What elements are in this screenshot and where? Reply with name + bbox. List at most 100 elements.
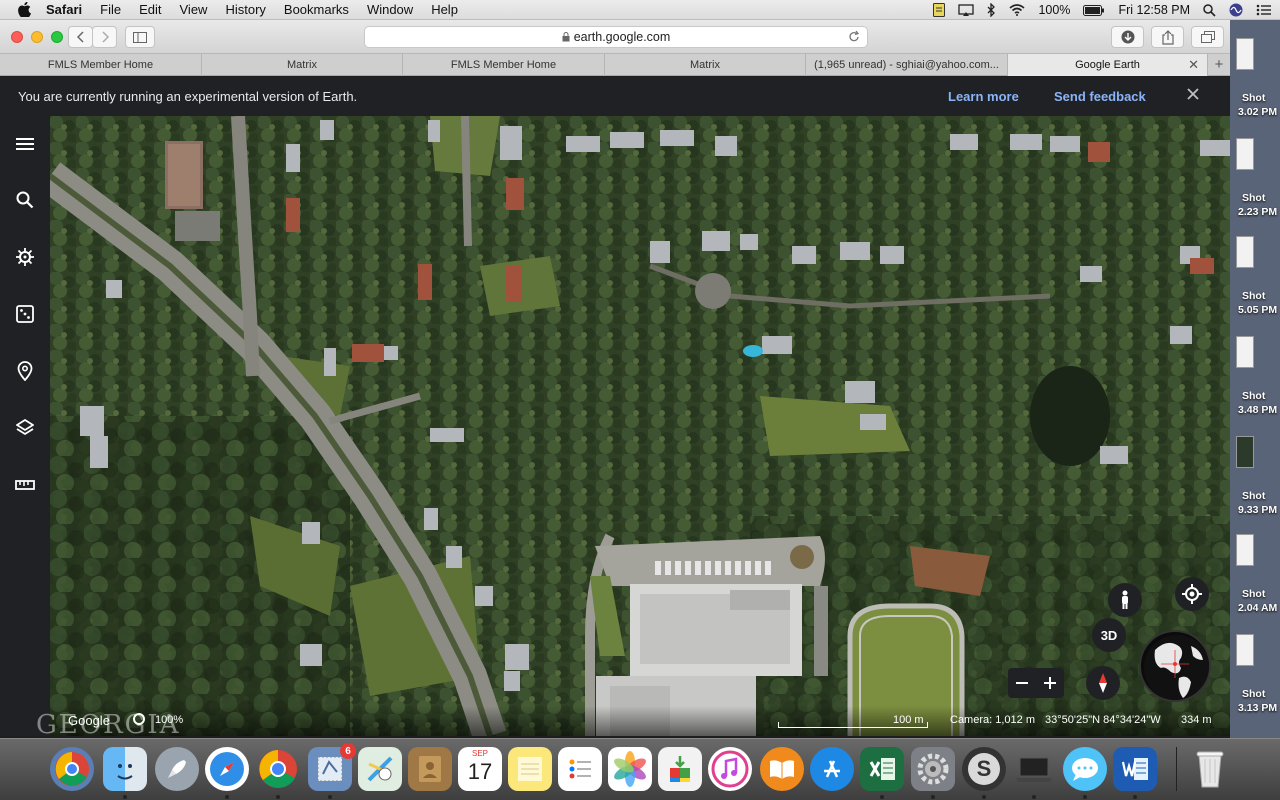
ibooks-icon[interactable] bbox=[760, 747, 804, 791]
desktop-screenshot-file[interactable]: Shot 3.13 PM bbox=[1230, 634, 1280, 724]
tab-close-icon[interactable]: ✕ bbox=[1188, 57, 1199, 73]
calendar-icon[interactable]: SEP 17 bbox=[458, 747, 502, 791]
downloads-button[interactable] bbox=[1111, 26, 1144, 48]
bluetooth-icon[interactable] bbox=[987, 3, 996, 17]
back-button[interactable] bbox=[68, 26, 93, 48]
menu-view[interactable]: View bbox=[180, 2, 208, 17]
sync-s-icon[interactable]: S bbox=[962, 747, 1006, 791]
menu-history[interactable]: History bbox=[225, 2, 265, 17]
toggle-3d-button[interactable]: 3D bbox=[1092, 618, 1126, 652]
tab-google-earth[interactable]: Google Earth ✕ bbox=[1008, 54, 1208, 76]
excel-icon[interactable] bbox=[860, 747, 904, 791]
photos-icon[interactable] bbox=[608, 747, 652, 791]
sidebar-toggle-button[interactable] bbox=[125, 26, 155, 48]
trash-icon[interactable] bbox=[1188, 747, 1232, 791]
window-fullscreen-button[interactable] bbox=[51, 31, 63, 43]
battery-icon[interactable] bbox=[1083, 4, 1105, 16]
banner-close-icon[interactable] bbox=[1186, 87, 1200, 104]
satellite-map-view[interactable]: 3D Google 100% 100 m Camera: 1,012 m 33°… bbox=[50, 116, 1230, 736]
forward-button[interactable] bbox=[92, 26, 117, 48]
tab-yahoo-mail[interactable]: (1,965 unread) - sghiai@yahoo.com... bbox=[806, 54, 1008, 76]
tab-label: Matrix bbox=[690, 59, 720, 71]
airplay-icon[interactable] bbox=[958, 3, 975, 17]
tab-fmls-member-home-2[interactable]: FMLS Member Home bbox=[403, 54, 605, 76]
dock-separator bbox=[1176, 747, 1177, 791]
safari-compass-icon[interactable] bbox=[205, 747, 249, 791]
zoom-out-button[interactable] bbox=[1008, 668, 1036, 698]
download-icon bbox=[1121, 30, 1134, 44]
voyager-helm-icon[interactable] bbox=[13, 245, 37, 269]
launchpad-rocket-icon[interactable] bbox=[155, 747, 199, 791]
desktop-screenshot-file[interactable]: Shot 3.48 PM bbox=[1230, 336, 1280, 426]
siri-icon[interactable] bbox=[1229, 3, 1243, 17]
learn-more-link[interactable]: Learn more bbox=[948, 89, 1019, 104]
menu-edit[interactable]: Edit bbox=[139, 2, 161, 17]
tab-label: FMLS Member Home bbox=[450, 59, 557, 71]
menu-window[interactable]: Window bbox=[367, 2, 413, 17]
spotlight-search-icon[interactable] bbox=[1203, 3, 1216, 17]
running-indicator bbox=[328, 795, 332, 799]
file-time: 2.04 AM bbox=[1238, 602, 1278, 614]
contacts-book-icon[interactable] bbox=[408, 747, 452, 791]
maps-icon[interactable] bbox=[358, 747, 402, 791]
tab-matrix-2[interactable]: Matrix bbox=[605, 54, 806, 76]
finder-icon[interactable] bbox=[103, 747, 147, 791]
tab-fmls-member-home-1[interactable]: FMLS Member Home bbox=[0, 54, 202, 76]
zoom-in-button[interactable] bbox=[1036, 668, 1064, 698]
word-icon[interactable] bbox=[1113, 747, 1157, 791]
app-store-icon[interactable] bbox=[810, 747, 854, 791]
minus-icon bbox=[1016, 682, 1028, 684]
menu-hamburger-icon[interactable] bbox=[13, 132, 37, 156]
running-indicator bbox=[982, 795, 986, 799]
share-button[interactable] bbox=[1151, 26, 1184, 48]
tab-overview-button[interactable] bbox=[1191, 26, 1224, 48]
running-indicator bbox=[225, 795, 229, 799]
new-tab-button[interactable]: + bbox=[1208, 54, 1230, 75]
sidebar-icon bbox=[133, 31, 147, 43]
measure-ruler-icon[interactable] bbox=[13, 473, 37, 497]
globe-overview-button[interactable] bbox=[1139, 630, 1211, 702]
pegman-street-view-button[interactable] bbox=[1108, 583, 1142, 617]
menu-file[interactable]: File bbox=[100, 2, 121, 17]
menu-app-name[interactable]: Safari bbox=[46, 2, 82, 17]
camera-altitude: Camera: 1,012 m bbox=[950, 714, 1035, 726]
compass-button[interactable] bbox=[1086, 666, 1120, 700]
file-thumbnail-icon bbox=[1236, 138, 1254, 170]
laptop-icon[interactable] bbox=[1012, 747, 1056, 791]
wifi-icon[interactable] bbox=[1009, 4, 1025, 16]
apple-menu-icon[interactable] bbox=[16, 2, 32, 18]
menu-clock[interactable]: Fri 12:58 PM bbox=[1118, 3, 1190, 17]
menu-help[interactable]: Help bbox=[431, 2, 458, 17]
window-close-button[interactable] bbox=[11, 31, 23, 43]
search-icon[interactable] bbox=[13, 188, 37, 212]
my-location-button[interactable] bbox=[1175, 577, 1209, 611]
feeling-lucky-dice-icon[interactable] bbox=[13, 302, 37, 326]
address-bar[interactable]: earth.google.com bbox=[364, 26, 868, 48]
desktop-screenshot-file[interactable]: Shot 2.23 PM bbox=[1230, 138, 1280, 228]
chrome-icon[interactable] bbox=[256, 747, 300, 791]
window-minimize-button[interactable] bbox=[31, 31, 43, 43]
notification-center-icon[interactable] bbox=[1256, 4, 1272, 16]
mail-stamp-icon[interactable]: 6 bbox=[308, 743, 356, 791]
earth-side-rail bbox=[0, 116, 50, 736]
desktop-screenshot-file[interactable]: Shot 2.04 AM bbox=[1230, 534, 1280, 624]
plus-icon bbox=[1044, 677, 1056, 689]
desktop-screenshot-file[interactable]: Shot 9.33 PM bbox=[1230, 436, 1280, 526]
desktop-screenshot-file[interactable]: Shot 5.05 PM bbox=[1230, 236, 1280, 326]
menu-bookmarks[interactable]: Bookmarks bbox=[284, 2, 349, 17]
map-style-layers-icon[interactable] bbox=[13, 416, 37, 440]
tab-matrix-1[interactable]: Matrix bbox=[202, 54, 403, 76]
install-downloads-icon[interactable] bbox=[658, 747, 702, 791]
notes-status-icon[interactable] bbox=[933, 3, 946, 17]
notes-icon[interactable] bbox=[508, 747, 552, 791]
system-preferences-gear-icon[interactable] bbox=[911, 747, 955, 791]
desktop-screenshot-file[interactable]: Shot 3.02 PM bbox=[1230, 38, 1280, 128]
reload-icon[interactable] bbox=[847, 30, 861, 44]
chrome-alt-icon[interactable] bbox=[50, 747, 94, 791]
reminders-icon[interactable] bbox=[558, 747, 602, 791]
ground-elevation: 334 m bbox=[1181, 714, 1212, 726]
send-feedback-link[interactable]: Send feedback bbox=[1054, 89, 1146, 104]
messages-icon[interactable] bbox=[1063, 747, 1107, 791]
projects-pin-icon[interactable] bbox=[13, 359, 37, 383]
itunes-music-icon[interactable] bbox=[708, 747, 752, 791]
